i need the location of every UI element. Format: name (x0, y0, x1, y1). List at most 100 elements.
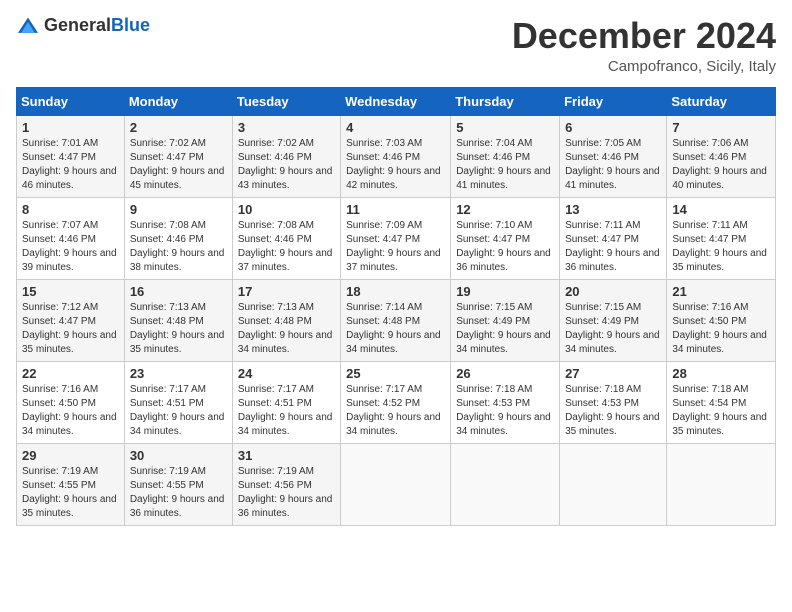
day-detail: Sunrise: 7:12 AMSunset: 4:47 PMDaylight:… (22, 302, 117, 355)
day-number: 7 (672, 120, 770, 135)
logo-icon (16, 16, 40, 36)
calendar-day-cell: 15 Sunrise: 7:12 AMSunset: 4:47 PMDaylig… (17, 279, 125, 361)
calendar-day-cell: 2 Sunrise: 7:02 AMSunset: 4:47 PMDayligh… (124, 115, 232, 197)
calendar-day-cell: 21 Sunrise: 7:16 AMSunset: 4:50 PMDaylig… (667, 279, 776, 361)
header-saturday: Saturday (667, 87, 776, 115)
calendar-day-cell: 18 Sunrise: 7:14 AMSunset: 4:48 PMDaylig… (341, 279, 451, 361)
day-number: 29 (22, 448, 119, 463)
calendar-day-cell: 29 Sunrise: 7:19 AMSunset: 4:55 PMDaylig… (17, 443, 125, 525)
day-detail: Sunrise: 7:09 AMSunset: 4:47 PMDaylight:… (346, 220, 441, 273)
day-detail: Sunrise: 7:15 AMSunset: 4:49 PMDaylight:… (456, 302, 551, 355)
day-number: 5 (456, 120, 554, 135)
calendar-day-cell: 24 Sunrise: 7:17 AMSunset: 4:51 PMDaylig… (232, 361, 340, 443)
calendar-day-cell: 6 Sunrise: 7:05 AMSunset: 4:46 PMDayligh… (560, 115, 667, 197)
day-number: 12 (456, 202, 554, 217)
calendar-day-cell: 13 Sunrise: 7:11 AMSunset: 4:47 PMDaylig… (560, 197, 667, 279)
day-number: 6 (565, 120, 661, 135)
day-number: 1 (22, 120, 119, 135)
day-number: 18 (346, 284, 445, 299)
calendar-row: 8 Sunrise: 7:07 AMSunset: 4:46 PMDayligh… (17, 197, 776, 279)
month-title: December 2024 (512, 16, 776, 56)
page-header: GeneralBlue December 2024 Campofranco, S… (16, 16, 776, 75)
day-detail: Sunrise: 7:16 AMSunset: 4:50 PMDaylight:… (672, 302, 767, 355)
calendar-day-cell: 11 Sunrise: 7:09 AMSunset: 4:47 PMDaylig… (341, 197, 451, 279)
day-number: 24 (238, 366, 335, 381)
day-detail: Sunrise: 7:11 AMSunset: 4:47 PMDaylight:… (565, 220, 660, 273)
day-detail: Sunrise: 7:13 AMSunset: 4:48 PMDaylight:… (238, 302, 333, 355)
day-number: 25 (346, 366, 445, 381)
calendar-day-cell: 20 Sunrise: 7:15 AMSunset: 4:49 PMDaylig… (560, 279, 667, 361)
day-number: 26 (456, 366, 554, 381)
empty-cell (451, 443, 560, 525)
day-number: 31 (238, 448, 335, 463)
day-detail: Sunrise: 7:08 AMSunset: 4:46 PMDaylight:… (130, 220, 225, 273)
header-tuesday: Tuesday (232, 87, 340, 115)
day-number: 9 (130, 202, 227, 217)
header-friday: Friday (560, 87, 667, 115)
calendar-day-cell: 9 Sunrise: 7:08 AMSunset: 4:46 PMDayligh… (124, 197, 232, 279)
calendar-row: 29 Sunrise: 7:19 AMSunset: 4:55 PMDaylig… (17, 443, 776, 525)
logo: GeneralBlue (16, 16, 150, 36)
calendar-day-cell: 8 Sunrise: 7:07 AMSunset: 4:46 PMDayligh… (17, 197, 125, 279)
logo-text-blue: Blue (111, 15, 150, 35)
day-number: 30 (130, 448, 227, 463)
header-sunday: Sunday (17, 87, 125, 115)
day-number: 11 (346, 202, 445, 217)
day-number: 4 (346, 120, 445, 135)
day-detail: Sunrise: 7:03 AMSunset: 4:46 PMDaylight:… (346, 138, 441, 191)
day-number: 28 (672, 366, 770, 381)
day-detail: Sunrise: 7:17 AMSunset: 4:51 PMDaylight:… (130, 384, 225, 437)
empty-cell (341, 443, 451, 525)
day-number: 8 (22, 202, 119, 217)
empty-cell (560, 443, 667, 525)
calendar-day-cell: 27 Sunrise: 7:18 AMSunset: 4:53 PMDaylig… (560, 361, 667, 443)
day-detail: Sunrise: 7:10 AMSunset: 4:47 PMDaylight:… (456, 220, 551, 273)
day-detail: Sunrise: 7:06 AMSunset: 4:46 PMDaylight:… (672, 138, 767, 191)
calendar-day-cell: 3 Sunrise: 7:02 AMSunset: 4:46 PMDayligh… (232, 115, 340, 197)
day-detail: Sunrise: 7:14 AMSunset: 4:48 PMDaylight:… (346, 302, 441, 355)
empty-cell (667, 443, 776, 525)
day-detail: Sunrise: 7:05 AMSunset: 4:46 PMDaylight:… (565, 138, 660, 191)
day-number: 19 (456, 284, 554, 299)
day-number: 15 (22, 284, 119, 299)
day-number: 27 (565, 366, 661, 381)
header-monday: Monday (124, 87, 232, 115)
day-number: 14 (672, 202, 770, 217)
day-number: 10 (238, 202, 335, 217)
calendar-day-cell: 10 Sunrise: 7:08 AMSunset: 4:46 PMDaylig… (232, 197, 340, 279)
day-number: 23 (130, 366, 227, 381)
day-number: 16 (130, 284, 227, 299)
day-detail: Sunrise: 7:11 AMSunset: 4:47 PMDaylight:… (672, 220, 767, 273)
day-detail: Sunrise: 7:18 AMSunset: 4:53 PMDaylight:… (456, 384, 551, 437)
calendar-day-cell: 26 Sunrise: 7:18 AMSunset: 4:53 PMDaylig… (451, 361, 560, 443)
day-detail: Sunrise: 7:02 AMSunset: 4:47 PMDaylight:… (130, 138, 225, 191)
day-detail: Sunrise: 7:02 AMSunset: 4:46 PMDaylight:… (238, 138, 333, 191)
day-detail: Sunrise: 7:08 AMSunset: 4:46 PMDaylight:… (238, 220, 333, 273)
calendar-day-cell: 16 Sunrise: 7:13 AMSunset: 4:48 PMDaylig… (124, 279, 232, 361)
calendar-day-cell: 7 Sunrise: 7:06 AMSunset: 4:46 PMDayligh… (667, 115, 776, 197)
calendar-day-cell: 22 Sunrise: 7:16 AMSunset: 4:50 PMDaylig… (17, 361, 125, 443)
calendar-day-cell: 28 Sunrise: 7:18 AMSunset: 4:54 PMDaylig… (667, 361, 776, 443)
day-number: 2 (130, 120, 227, 135)
calendar-day-cell: 17 Sunrise: 7:13 AMSunset: 4:48 PMDaylig… (232, 279, 340, 361)
calendar-day-cell: 12 Sunrise: 7:10 AMSunset: 4:47 PMDaylig… (451, 197, 560, 279)
calendar-day-cell: 1 Sunrise: 7:01 AMSunset: 4:47 PMDayligh… (17, 115, 125, 197)
day-detail: Sunrise: 7:01 AMSunset: 4:47 PMDaylight:… (22, 138, 117, 191)
day-detail: Sunrise: 7:17 AMSunset: 4:52 PMDaylight:… (346, 384, 441, 437)
calendar-day-cell: 25 Sunrise: 7:17 AMSunset: 4:52 PMDaylig… (341, 361, 451, 443)
calendar-day-cell: 5 Sunrise: 7:04 AMSunset: 4:46 PMDayligh… (451, 115, 560, 197)
day-number: 22 (22, 366, 119, 381)
calendar-day-cell: 31 Sunrise: 7:19 AMSunset: 4:56 PMDaylig… (232, 443, 340, 525)
header-thursday: Thursday (451, 87, 560, 115)
header-wednesday: Wednesday (341, 87, 451, 115)
calendar-row: 15 Sunrise: 7:12 AMSunset: 4:47 PMDaylig… (17, 279, 776, 361)
calendar-day-cell: 4 Sunrise: 7:03 AMSunset: 4:46 PMDayligh… (341, 115, 451, 197)
logo-text-general: General (44, 15, 111, 35)
day-detail: Sunrise: 7:15 AMSunset: 4:49 PMDaylight:… (565, 302, 660, 355)
day-number: 17 (238, 284, 335, 299)
day-detail: Sunrise: 7:18 AMSunset: 4:54 PMDaylight:… (672, 384, 767, 437)
calendar-row: 22 Sunrise: 7:16 AMSunset: 4:50 PMDaylig… (17, 361, 776, 443)
location-subtitle: Campofranco, Sicily, Italy (512, 58, 776, 75)
calendar-day-cell: 14 Sunrise: 7:11 AMSunset: 4:47 PMDaylig… (667, 197, 776, 279)
day-number: 21 (672, 284, 770, 299)
